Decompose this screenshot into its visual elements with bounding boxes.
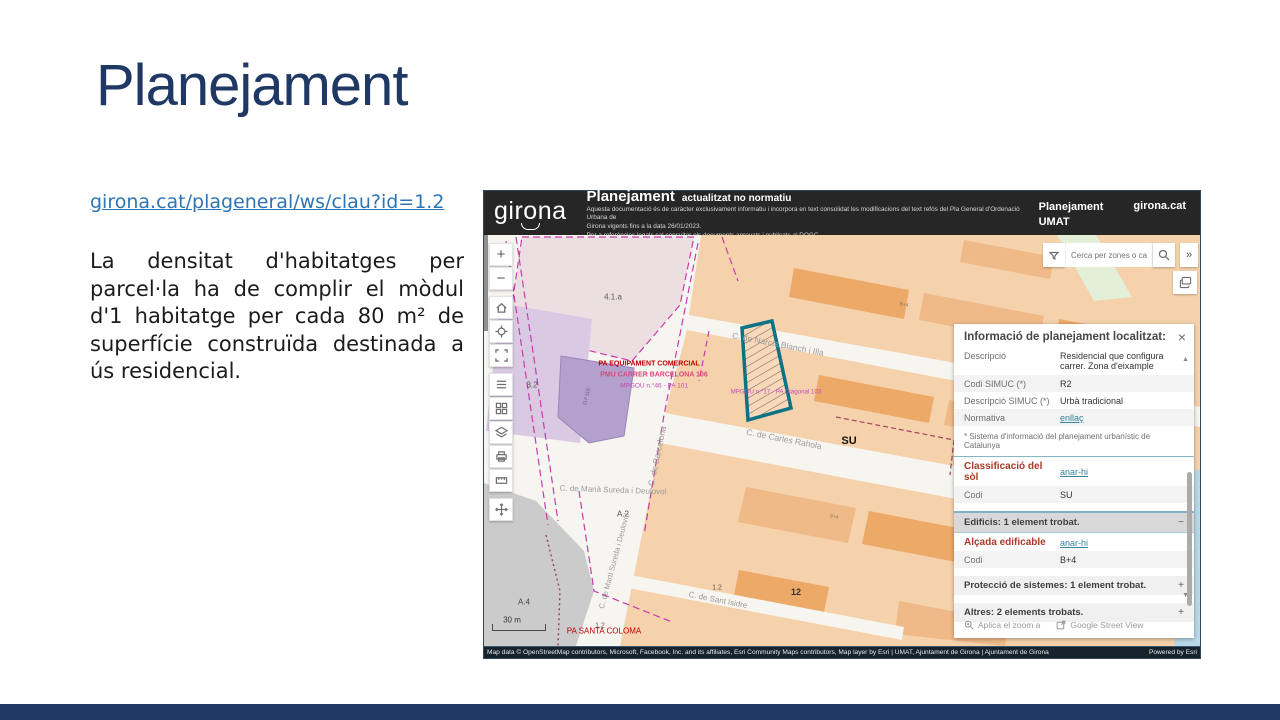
map-app-screenshot: girona Planejament actualitzat no normat… <box>483 190 1201 659</box>
search-icon <box>1158 249 1170 261</box>
table-row: Codi SU <box>954 486 1194 503</box>
powered-by: Powered by Esri <box>1141 649 1197 656</box>
edificis-group-header[interactable]: Edificis: 1 element trobat. − <box>954 511 1194 533</box>
app-header-center: Planejament actualitzat no normatiu Aque… <box>587 186 1029 239</box>
widget-expand-button[interactable]: » <box>1180 243 1198 267</box>
bookmarks-button[interactable] <box>1173 271 1197 294</box>
search-widget <box>1043 243 1175 267</box>
anar-hi-link[interactable]: anar-hi <box>1060 467 1088 477</box>
section-classificacio: Classificació del sòl anar-hi <box>954 457 1194 486</box>
map-attribution: Map data © OpenStreetMap contributors, M… <box>484 646 1200 658</box>
panel-scrollbar[interactable] <box>1187 472 1192 606</box>
info-panel: Informació de planejament localitzat: × … <box>954 324 1194 638</box>
app-subtitle: actualitzat no normatiu <box>682 193 791 204</box>
legend-button[interactable] <box>489 373 513 396</box>
app-header: girona Planejament actualitzat no normat… <box>484 191 1200 235</box>
locate-icon <box>495 325 508 338</box>
locate-button[interactable] <box>489 320 513 343</box>
pan-button[interactable] <box>489 498 513 521</box>
disclaimer-line-2: Girona vigents fins a la data 26/01/2023… <box>587 223 1029 231</box>
home-icon <box>495 301 508 314</box>
collapse-icon[interactable]: − <box>1178 517 1184 528</box>
panel-footer: Aplica el zoom a Google Street View <box>954 612 1194 638</box>
apply-zoom-action[interactable]: Aplica el zoom a <box>964 620 1040 630</box>
zoom-in-button[interactable]: + <box>489 243 513 266</box>
map-canvas[interactable]: 4.1.a3.2PA EQUIPAMENT COMERCIALPMU CARRE… <box>484 235 1200 646</box>
map-edge-strip <box>484 235 488 331</box>
external-link-icon <box>1056 620 1066 630</box>
measure-icon <box>495 474 508 487</box>
proteccio-group-header[interactable]: Protecció de sistemes: 1 element trobat.… <box>954 576 1194 595</box>
panel-title: Informació de planejament localitzat: <box>954 324 1194 347</box>
street-view-action[interactable]: Google Street View <box>1056 620 1143 630</box>
girona-logo: girona <box>494 197 567 226</box>
section-alcada: Alçada edificable anar-hi <box>954 533 1194 551</box>
app-title: Planejament <box>587 188 675 205</box>
header-org-name: UMAT <box>1039 215 1104 230</box>
scale-bar <box>492 613 552 633</box>
basemap-button[interactable] <box>489 397 513 420</box>
search-filter-button[interactable] <box>1043 243 1065 267</box>
table-row: Codi SIMUC (*) R2 <box>954 375 1194 392</box>
basemap-grid-icon <box>495 402 508 415</box>
panel-footnote: * Sistema d'informació del planejament u… <box>954 426 1194 457</box>
print-button[interactable] <box>489 445 513 468</box>
filter-dropdown-icon <box>1049 251 1059 260</box>
header-app-name: Planejament <box>1039 200 1104 215</box>
extent-icon <box>495 349 508 362</box>
table-row: Descripció Residencial que configura car… <box>954 347 1194 375</box>
print-icon <box>495 450 508 463</box>
zoom-to-icon <box>964 620 974 630</box>
extent-button[interactable] <box>489 344 513 367</box>
body-text: La densitat d'habitatges per parcel·la h… <box>90 248 464 386</box>
zoom-out-button[interactable]: − <box>489 267 513 290</box>
scroll-up-icon[interactable]: ▲ <box>1182 356 1189 363</box>
slide-footer-bar <box>0 704 1280 720</box>
app-header-right: Planejament UMAT girona.cat <box>1039 197 1186 230</box>
header-site: girona.cat <box>1133 200 1186 212</box>
home-button[interactable] <box>489 296 513 319</box>
pan-icon <box>495 503 508 516</box>
layers-button[interactable] <box>489 421 513 444</box>
table-row: Descripció SIMUC (*) Urbà tradicional <box>954 392 1194 409</box>
stacked-maps-icon <box>1179 276 1192 289</box>
table-row: Normativa enllaç <box>954 409 1194 426</box>
normativa-link[interactable]: enllaç <box>1060 413 1084 423</box>
table-row: Codi B+4 <box>954 551 1194 568</box>
logo-smile-arc <box>521 223 539 230</box>
disclaimer-line-1: Aquesta documentació és de caràcter excl… <box>587 206 1029 222</box>
search-input[interactable] <box>1065 243 1153 267</box>
legend-icon <box>495 378 508 391</box>
layers-icon <box>495 426 508 439</box>
search-button[interactable] <box>1153 243 1175 267</box>
attribution-text: Map data © OpenStreetMap contributors, M… <box>487 649 1049 656</box>
page-title: Planejament <box>96 52 407 119</box>
close-icon[interactable]: × <box>1178 329 1186 345</box>
slide: Planejament girona.cat/plageneral/ws/cla… <box>0 0 1280 720</box>
anar-hi-link[interactable]: anar-hi <box>1060 538 1088 548</box>
measure-button[interactable] <box>489 469 513 492</box>
expand-icon[interactable]: + <box>1178 580 1184 591</box>
map-toolbar: + − <box>489 243 513 521</box>
hyperlink[interactable]: girona.cat/plageneral/ws/clau?id=1.2 <box>90 191 444 213</box>
